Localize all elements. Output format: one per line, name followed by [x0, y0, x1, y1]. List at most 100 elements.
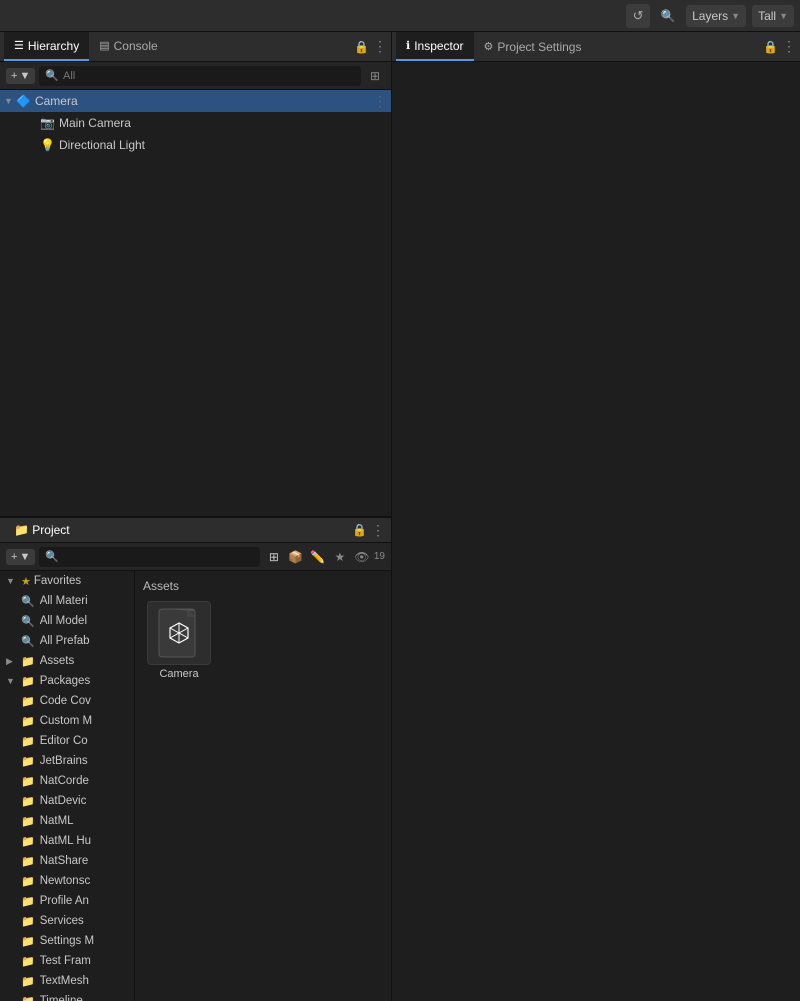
sidebar-item-natml[interactable]: 📁 NatML [0, 811, 134, 831]
asset-item-camera[interactable]: Camera [143, 601, 215, 680]
hierarchy-lock-icon[interactable]: 🔒 [354, 40, 369, 54]
asset-grid: Camera [143, 601, 383, 680]
inspector-lock-icon[interactable]: 🔒 [763, 40, 778, 54]
top-toolbar: ↺ 🔍 Layers ▼ Tall ▼ [0, 0, 800, 32]
project-search-input[interactable] [63, 551, 254, 563]
project-package-icon[interactable]: 📦 [286, 547, 306, 567]
favorites-label: Favorites [34, 575, 81, 587]
project-grid-icon[interactable]: ⊞ [264, 547, 284, 567]
main-camera-icon: 📷 [40, 116, 55, 130]
sidebar-item-custom-m[interactable]: 📁 Custom M [0, 711, 134, 731]
sidebar-item-textmesh[interactable]: 📁 TextMesh [0, 971, 134, 991]
tree-item-directional-light[interactable]: 💡 Directional Light [0, 134, 391, 156]
add-button[interactable]: + ▼ [6, 68, 35, 84]
add-icon: + [11, 70, 17, 82]
layers-dropdown[interactable]: Layers ▼ [686, 5, 746, 27]
inspector-more-icon[interactable]: ⋮ [782, 38, 796, 55]
textmesh-label: TextMesh [40, 975, 89, 987]
hierarchy-search-input[interactable] [63, 70, 355, 82]
tree-item-camera[interactable]: ▼ 🔷 Camera ⋮ [0, 90, 391, 112]
hierarchy-more-icon[interactable]: ⋮ [373, 38, 387, 55]
packages-label: Packages [40, 675, 91, 687]
tab-console[interactable]: ▤ Console [89, 32, 167, 61]
camera-arrow-icon: ▼ [4, 96, 16, 106]
code-cov-folder-icon: 📁 [21, 695, 35, 708]
favorites-header[interactable]: ▼ ★ Favorites [0, 571, 134, 591]
project-toolbar-icons: ⊞ 📦 ✏️ ★ 👁 19 [264, 547, 385, 567]
tree-item-main-camera[interactable]: 📷 Main Camera [0, 112, 391, 134]
settings-m-label: Settings M [40, 935, 94, 947]
sidebar-item-jetbrains[interactable]: 📁 JetBrains [0, 751, 134, 771]
project-eye-icon[interactable]: 👁 [352, 547, 372, 567]
project-settings-tab-label: Project Settings [497, 40, 581, 54]
sidebar-item-timeline[interactable]: 📁 Timeline [0, 991, 134, 1001]
global-search-icon[interactable]: 🔍 [656, 4, 680, 28]
hierarchy-search-bar[interactable]: 🔍 [39, 66, 361, 86]
history-icon[interactable]: ↺ [626, 4, 650, 28]
project-lock-icon[interactable]: 🔒 [352, 523, 367, 537]
assets-arrow-icon: ▶ [6, 656, 18, 667]
sidebar-item-test-fram[interactable]: 📁 Test Fram [0, 951, 134, 971]
project-brush-icon[interactable]: ✏️ [308, 547, 328, 567]
main-camera-label: Main Camera [59, 116, 131, 130]
project-toolbar: + ▼ 🔍 ⊞ 📦 ✏️ ★ 👁 19 [0, 543, 391, 571]
tall-dropdown[interactable]: Tall ▼ [752, 5, 794, 27]
code-cov-label: Code Cov [40, 695, 91, 707]
sidebar-item-all-materials[interactable]: 🔍 All Materi [0, 591, 134, 611]
sidebar-item-natdevic[interactable]: 📁 NatDevic [0, 791, 134, 811]
hierarchy-tab-label: Hierarchy [28, 39, 79, 53]
all-materials-icon: 🔍 [21, 595, 35, 608]
sidebar-item-settings-m[interactable]: 📁 Settings M [0, 931, 134, 951]
tab-project-settings[interactable]: ⚙ Project Settings [474, 32, 592, 61]
project-settings-tab-icon: ⚙ [484, 40, 494, 53]
all-models-icon: 🔍 [21, 615, 35, 628]
hierarchy-content: ▼ 🔷 Camera ⋮ 📷 Main Camera 💡 Directional… [0, 90, 391, 516]
sidebar-item-services[interactable]: 📁 Services [0, 911, 134, 931]
sidebar-item-packages[interactable]: ▼ 📁 Packages [0, 671, 134, 691]
packages-arrow-icon: ▼ [6, 676, 18, 686]
sidebar-item-newtonsc[interactable]: 📁 Newtonsc [0, 871, 134, 891]
camera-label: Camera [35, 94, 78, 108]
sidebar-item-all-prefabs[interactable]: 🔍 All Prefab [0, 631, 134, 651]
right-panel: ℹ Inspector ⚙ Project Settings 🔒 ⋮ [392, 32, 800, 1001]
tab-project[interactable]: 📁 Project [6, 520, 78, 540]
sidebar-item-natcorde[interactable]: 📁 NatCorde [0, 771, 134, 791]
natcorde-label: NatCorde [40, 775, 89, 787]
project-search-bar[interactable]: 🔍 [39, 547, 260, 567]
directional-light-label: Directional Light [59, 138, 145, 152]
project-tab-bar: 📁 Project 🔒 ⋮ [0, 517, 391, 543]
timeline-folder-icon: 📁 [21, 995, 35, 1001]
project-add-button[interactable]: + ▼ [6, 549, 35, 565]
sidebar-item-profile-an[interactable]: 📁 Profile An [0, 891, 134, 911]
inspector-tab-icon: ℹ [406, 39, 410, 52]
sidebar-item-assets[interactable]: ▶ 📁 Assets [0, 651, 134, 671]
custom-m-folder-icon: 📁 [21, 715, 35, 728]
console-tab-icon: ▤ [99, 39, 109, 52]
project-star-icon[interactable]: ★ [330, 547, 350, 567]
asset-thumb-camera [147, 601, 211, 665]
hierarchy-toolbar: + ▼ 🔍 ⊞ [0, 62, 391, 90]
project-search-icon: 🔍 [45, 550, 59, 563]
directional-light-icon: 💡 [40, 138, 55, 152]
project-count-badge: 19 [374, 551, 385, 562]
project-main: Assets [135, 571, 391, 1001]
sidebar-item-natml-hu[interactable]: 📁 NatML Hu [0, 831, 134, 851]
hierarchy-tab-icon: ☰ [14, 39, 24, 52]
project-sidebar: ▼ ★ Favorites 🔍 All Materi 🔍 All Model [0, 571, 135, 1001]
camera-more-icon[interactable]: ⋮ [373, 93, 387, 110]
project-add-icon: + [11, 551, 17, 563]
assets-main-title: Assets [143, 579, 383, 593]
natshare-folder-icon: 📁 [21, 855, 35, 868]
all-prefabs-label: All Prefab [40, 635, 90, 647]
sidebar-item-all-models[interactable]: 🔍 All Model [0, 611, 134, 631]
tab-hierarchy[interactable]: ☰ Hierarchy [4, 32, 89, 61]
sidebar-item-editor-co[interactable]: 📁 Editor Co [0, 731, 134, 751]
inspector-tab-label: Inspector [414, 39, 463, 53]
sidebar-item-code-cov[interactable]: 📁 Code Cov [0, 691, 134, 711]
sidebar-item-natshare[interactable]: 📁 NatShare [0, 851, 134, 871]
hierarchy-options-icon[interactable]: ⊞ [365, 66, 385, 86]
jetbrains-label: JetBrains [40, 755, 88, 767]
newtonsc-folder-icon: 📁 [21, 875, 35, 888]
tab-inspector[interactable]: ℹ Inspector [396, 32, 474, 61]
project-more-icon[interactable]: ⋮ [371, 522, 385, 539]
